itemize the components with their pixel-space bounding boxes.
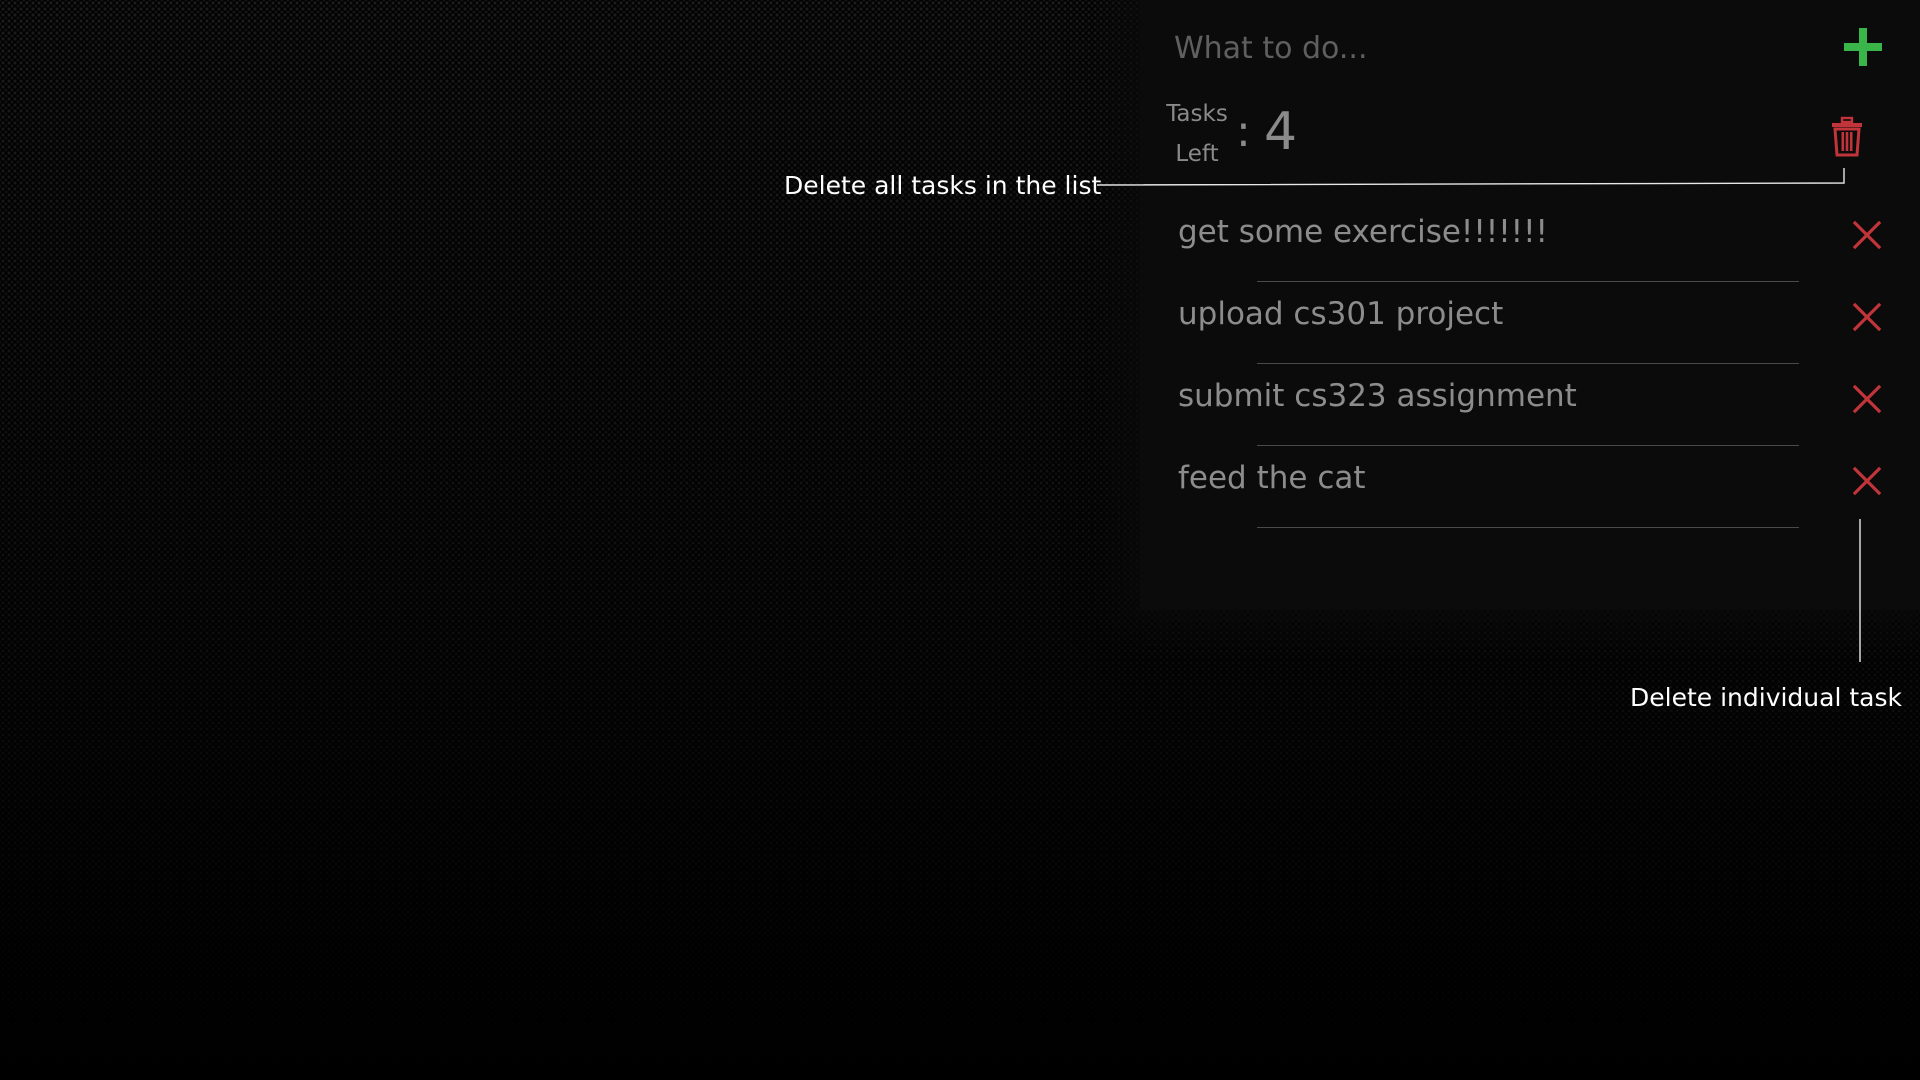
task-text[interactable]: get some exercise!!!!!!! [1178, 210, 1548, 254]
add-task-button[interactable] [1840, 24, 1886, 70]
task-item: feed the cat [1160, 446, 1900, 528]
delete-all-callout-line [1096, 168, 1845, 186]
task-text[interactable]: submit cs323 assignment [1178, 374, 1577, 418]
delete-all-callout-label: Delete all tasks in the list [784, 171, 1102, 200]
delete-task-callout-label: Delete individual task [1630, 683, 1902, 712]
delete-task-button[interactable] [1850, 464, 1884, 498]
close-icon [1852, 302, 1882, 332]
task-text[interactable]: feed the cat [1178, 456, 1366, 500]
tasks-left-counter: Tasks Left : 4 [1160, 92, 1430, 170]
new-task-input[interactable] [1172, 22, 1796, 74]
task-text[interactable]: upload cs301 project [1178, 292, 1503, 336]
delete-task-button[interactable] [1850, 382, 1884, 416]
task-divider [1257, 527, 1799, 528]
tasks-left-label-line1: Tasks [1166, 101, 1228, 127]
delete-task-button[interactable] [1850, 218, 1884, 252]
close-icon [1852, 384, 1882, 414]
close-icon [1852, 220, 1882, 250]
plus-icon [1844, 28, 1882, 66]
task-item: submit cs323 assignment [1160, 364, 1900, 446]
delete-all-button[interactable] [1830, 116, 1864, 158]
close-icon [1852, 466, 1882, 496]
trash-icon [1832, 116, 1862, 157]
task-item: get some exercise!!!!!!! [1160, 200, 1900, 282]
delete-task-button[interactable] [1850, 300, 1884, 334]
delete-task-callout-line [1859, 519, 1861, 662]
task-list: get some exercise!!!!!!! upload cs301 pr… [1160, 200, 1900, 528]
tasks-left-separator: : [1236, 106, 1251, 157]
task-item: upload cs301 project [1160, 282, 1900, 364]
tasks-left-count: 4 [1264, 102, 1298, 162]
